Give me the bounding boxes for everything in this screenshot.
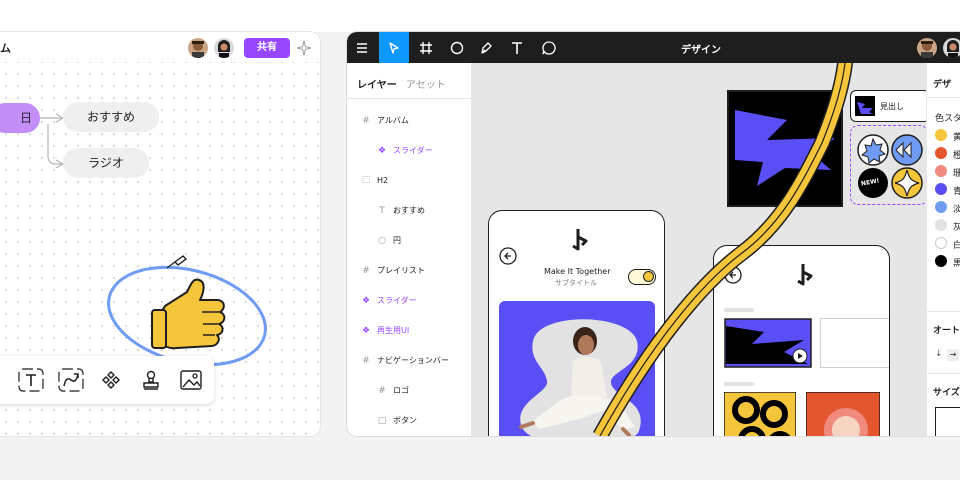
connector-tool-icon[interactable]: [58, 368, 84, 392]
stamp-tool-icon[interactable]: [138, 368, 164, 392]
rect-layer-icon: □: [377, 415, 387, 426]
layer-item[interactable]: T おすすめ: [377, 205, 425, 216]
frame-icon[interactable]: [411, 32, 441, 63]
design-editor-window: デザイン レイヤー アセット # アルバム ❖ スライダー ⬚ H2 T おすすめ ○ 円 # プレイ…: [347, 32, 960, 436]
layer-label: 再生用UI: [377, 326, 410, 335]
size-preview-box[interactable]: [935, 407, 960, 436]
layer-label: プレイリスト: [377, 266, 425, 275]
layer-label: ロゴ: [393, 386, 409, 395]
layer-label: 円: [393, 236, 401, 245]
layer-label: ナビゲーションバー: [377, 356, 449, 365]
color-style-label: 珊: [953, 166, 960, 179]
image-tool-icon[interactable]: [178, 368, 204, 392]
size-label: サイズ: [933, 388, 960, 398]
color-swatch[interactable]: [935, 129, 947, 141]
layer-item[interactable]: ❖ スライダー: [361, 295, 417, 306]
direction-down-icon[interactable]: ↓: [935, 349, 943, 359]
component-layer-icon: ❖: [377, 145, 387, 156]
editor-title: デザイン: [681, 45, 721, 56]
layer-item[interactable]: # プレイリスト: [361, 265, 425, 276]
menu-icon[interactable]: [347, 32, 377, 63]
page-background-bottom: [0, 436, 960, 480]
text-icon[interactable]: [502, 32, 532, 63]
divider: [347, 98, 472, 99]
color-style-label: 灰: [953, 220, 960, 233]
component-tool-icon[interactable]: [98, 368, 124, 392]
editor-toolbar: デザイン: [347, 32, 960, 63]
yellow-connector-ribbon: [593, 63, 854, 436]
collaborator-avatar[interactable]: [917, 38, 937, 58]
auto-layout-label: オート: [933, 326, 960, 336]
color-swatch[interactable]: [935, 237, 947, 249]
design-properties-panel: デザ 色スタ 黄橙珊青淡灰白黒 オート ↓ → サイズ: [926, 63, 960, 436]
layer-label: スライダー: [393, 146, 433, 155]
collaborator-avatar[interactable]: [943, 38, 960, 58]
color-style-label: 淡: [953, 202, 960, 215]
frame-layer-icon: #: [378, 385, 386, 396]
layer-label: アルバム: [377, 116, 409, 125]
color-style-label: 黒: [953, 256, 960, 269]
color-swatch[interactable]: [935, 219, 947, 231]
tab-assets[interactable]: アセット: [406, 80, 446, 91]
frame-layer-icon: #: [362, 355, 370, 366]
layer-item[interactable]: # アルバム: [361, 115, 409, 126]
text-tool-icon[interactable]: [18, 368, 44, 392]
design-canvas: 見出し NEW! Make It Together サブタイトル: [472, 63, 926, 436]
divider: [927, 373, 960, 374]
color-swatch[interactable]: [935, 183, 947, 195]
mindmap-node-today[interactable]: 日: [0, 103, 40, 133]
layer-item[interactable]: # ナビゲーションバー: [361, 355, 449, 366]
direction-right-icon[interactable]: →: [947, 349, 959, 361]
mindmap-node-radio[interactable]: ラジオ: [63, 148, 149, 178]
whiteboard-toolbar: [0, 356, 214, 404]
color-swatch[interactable]: [935, 147, 947, 159]
mindmap-node-recommended[interactable]: おすすめ: [63, 102, 159, 132]
layer-label: H2: [377, 175, 389, 185]
layer-item[interactable]: ○ 円: [377, 235, 401, 246]
divider: [927, 97, 960, 98]
layer-label: ボタン: [393, 416, 417, 425]
color-style-label: 黄: [953, 130, 960, 143]
page-background-top: [0, 0, 960, 32]
color-swatch[interactable]: [935, 165, 947, 177]
component-layer-icon: ❖: [361, 295, 371, 306]
frame-layer-icon: #: [362, 115, 370, 126]
whiteboard-window: ム 共有 日 おすすめ ラジオ: [0, 32, 320, 436]
color-styles-label: 色スタ: [935, 114, 960, 124]
color-style-label: 橙: [953, 148, 960, 161]
color-style-label: 白: [953, 238, 960, 251]
tab-layers[interactable]: レイヤー: [357, 80, 397, 91]
divider: [927, 311, 960, 312]
layer-item[interactable]: ❖ スライダー: [377, 145, 433, 156]
text-layer-icon: T: [379, 205, 385, 216]
group-layer-icon: ⬚: [361, 175, 371, 185]
component-layer-icon: ❖: [361, 325, 371, 336]
layer-label: スライダー: [377, 296, 417, 305]
layer-label: おすすめ: [393, 206, 425, 215]
layer-item[interactable]: □ ボタン: [377, 415, 417, 426]
ellipse-icon[interactable]: [442, 32, 472, 63]
design-tab-label[interactable]: デザ: [933, 77, 951, 90]
layers-panel: レイヤー アセット # アルバム ❖ スライダー ⬚ H2 T おすすめ ○ 円 # プレイリスト ❖ ス…: [347, 63, 472, 436]
color-swatch[interactable]: [935, 255, 947, 267]
comment-icon[interactable]: [534, 32, 564, 63]
layer-item[interactable]: ❖ 再生用UI: [361, 325, 409, 336]
frame-layer-icon: #: [362, 265, 370, 276]
layer-item[interactable]: # ロゴ: [377, 385, 409, 396]
color-swatch[interactable]: [935, 201, 947, 213]
color-style-label: 青: [953, 184, 960, 197]
move-icon[interactable]: [379, 32, 409, 63]
ellipse-layer-icon: ○: [378, 235, 386, 246]
layer-item[interactable]: ⬚ H2: [361, 175, 388, 185]
pen-icon[interactable]: [471, 32, 501, 63]
panel-tabs: レイヤー アセット: [357, 76, 446, 91]
